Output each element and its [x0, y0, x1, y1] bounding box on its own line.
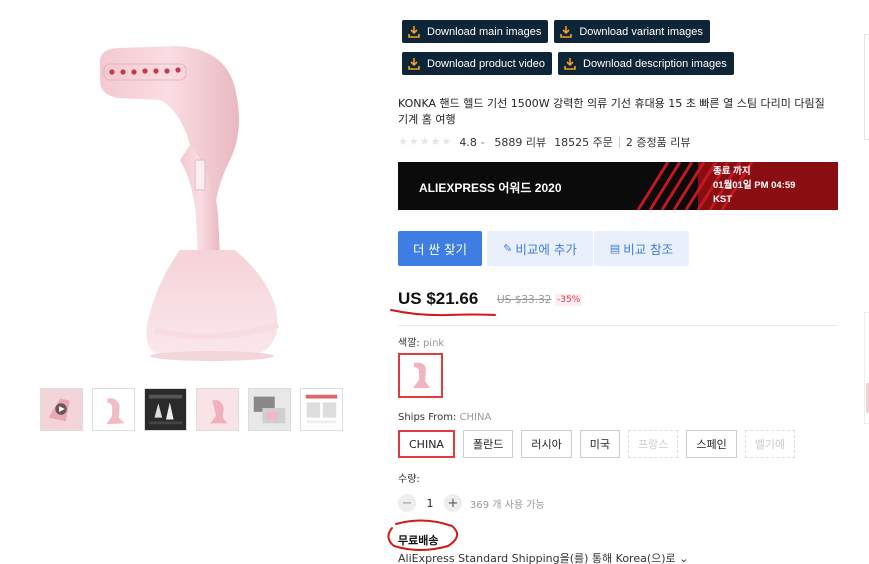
find-cheaper-button[interactable]: 더 싼 찾기: [398, 231, 482, 266]
ship-option-china[interactable]: CHINA: [398, 430, 455, 458]
color-value: pink: [422, 338, 445, 349]
section-divider: [398, 325, 838, 326]
steamer-image: [99, 46, 279, 361]
thumbnail-6[interactable]: [300, 388, 343, 431]
order-count: 18525 주문: [554, 136, 613, 149]
list-icon: ▤: [609, 242, 621, 255]
thumbnail-strip: [40, 388, 343, 431]
thumbnail-5[interactable]: [248, 388, 291, 431]
original-price: US $33.32: [497, 294, 552, 306]
thumbnail-3[interactable]: [144, 388, 187, 431]
review-count[interactable]: 5889 리뷰: [494, 134, 546, 150]
download-description-images-label: Download description images: [583, 57, 727, 70]
star-icon: ★: [398, 135, 408, 148]
main-product-image[interactable]: [40, 0, 345, 380]
view-compare-button[interactable]: ▤ 비교 참조: [594, 231, 689, 266]
divider: [618, 136, 620, 148]
promo-banner[interactable]: ALIEXPRESS 어워드 2020 종료 까지 01월01일 PM 04:5…: [398, 162, 838, 210]
download-main-images-button[interactable]: Download main images: [402, 20, 549, 43]
ship-option-russia[interactable]: 러시아: [521, 430, 572, 458]
download-row-2: Download product video Download descript…: [402, 52, 734, 75]
ship-option-usa[interactable]: 미국: [579, 430, 620, 458]
add-compare-label: 비교에 추가: [515, 242, 577, 257]
rating-row: ★ ★ ★ ★ ★ 4.8 ⌄ 5889 리뷰 18525 주문 2 증정품 리…: [398, 134, 690, 150]
quantity-available: 369 개 사용 가능: [470, 499, 545, 511]
rating-stars: ★ ★ ★ ★ ★: [398, 135, 451, 149]
download-main-images-label: Download main images: [427, 25, 542, 38]
ships-from-label-text: Ships From:: [398, 412, 460, 423]
banner-ends-time: 01월01일 PM 04:59: [713, 180, 796, 191]
red-underline-annotation: [390, 309, 496, 317]
quantity-plus-button[interactable]: +: [444, 494, 462, 512]
view-compare-label: 비교 참조: [623, 242, 674, 257]
download-row-1: Download main images Download variant im…: [402, 20, 710, 43]
extra-review-count[interactable]: 2 증정품 리뷰: [626, 134, 691, 150]
ship-option-france: 프랑스: [627, 430, 679, 458]
banner-title: ALIEXPRESS 어워드 2020: [419, 181, 562, 195]
ship-option-belgium: 벨기에: [744, 430, 796, 458]
ship-option-spain[interactable]: 스페인: [686, 430, 737, 458]
thumbnail-4[interactable]: [196, 388, 239, 431]
banner-ends-label: 종료 까지: [713, 166, 751, 177]
free-shipping-label: 무료배송: [398, 534, 439, 547]
download-product-video-button[interactable]: Download product video: [402, 52, 553, 75]
ships-from-options: CHINA 폴란드 러시아 미국 프랑스 스페인 벨기에: [398, 430, 796, 458]
star-icon: ★: [441, 135, 452, 148]
color-label: 색깔: pink: [398, 334, 444, 349]
add-compare-button[interactable]: ✎ 비교에 추가: [487, 231, 593, 266]
shipping-method[interactable]: AliExpress Standard Shipping을(를) 통해 Kore…: [398, 550, 688, 564]
chevron-down-icon[interactable]: ⌄: [479, 137, 487, 147]
star-icon: ★: [419, 135, 430, 148]
color-option-pink[interactable]: [398, 353, 443, 398]
download-product-video-label: Download product video: [427, 57, 546, 70]
rating-value[interactable]: 4.8: [459, 136, 477, 149]
download-variant-images-label: Download variant images: [579, 25, 703, 38]
quantity-label: 수량:: [398, 474, 420, 485]
discount-badge: -35%: [555, 294, 583, 306]
ships-from-value: CHINA: [459, 412, 492, 423]
download-icon: [408, 25, 420, 38]
star-icon: ★: [408, 135, 419, 148]
quantity-stepper: − 1 + 369 개 사용 가능: [398, 494, 545, 512]
thumbnail-video[interactable]: [40, 388, 83, 431]
star-icon: ★: [430, 135, 441, 148]
download-icon: [560, 25, 573, 38]
find-cheaper-label: 더 싼 찾기: [413, 242, 467, 257]
download-icon: [564, 57, 576, 70]
product-title: KONKA 핸드 헬드 기선 1500W 강력한 의류 기선 휴대용 15 초 …: [398, 97, 825, 126]
steamer-swatch-image: [402, 357, 439, 394]
ship-option-poland[interactable]: 폴란드: [462, 430, 514, 458]
download-description-images-button[interactable]: Download description images: [558, 52, 734, 75]
quantity-value[interactable]: 1: [416, 497, 444, 510]
ships-from-label: Ships From: CHINA: [398, 412, 491, 423]
quantity-minus-button[interactable]: −: [398, 494, 416, 512]
banner-countdown: 종료 까지 01월01일 PM 04:59 KST: [713, 165, 795, 207]
edit-icon: ✎: [503, 242, 513, 255]
side-panel-edge: [864, 34, 869, 140]
download-variant-images-button[interactable]: Download variant images: [554, 20, 710, 43]
banner-timezone: KST: [713, 194, 732, 205]
color-label-text: 색깔:: [398, 338, 423, 349]
thumbnail-2[interactable]: [92, 388, 135, 431]
side-panel-edge-2: [864, 312, 869, 424]
download-icon: [408, 57, 420, 70]
